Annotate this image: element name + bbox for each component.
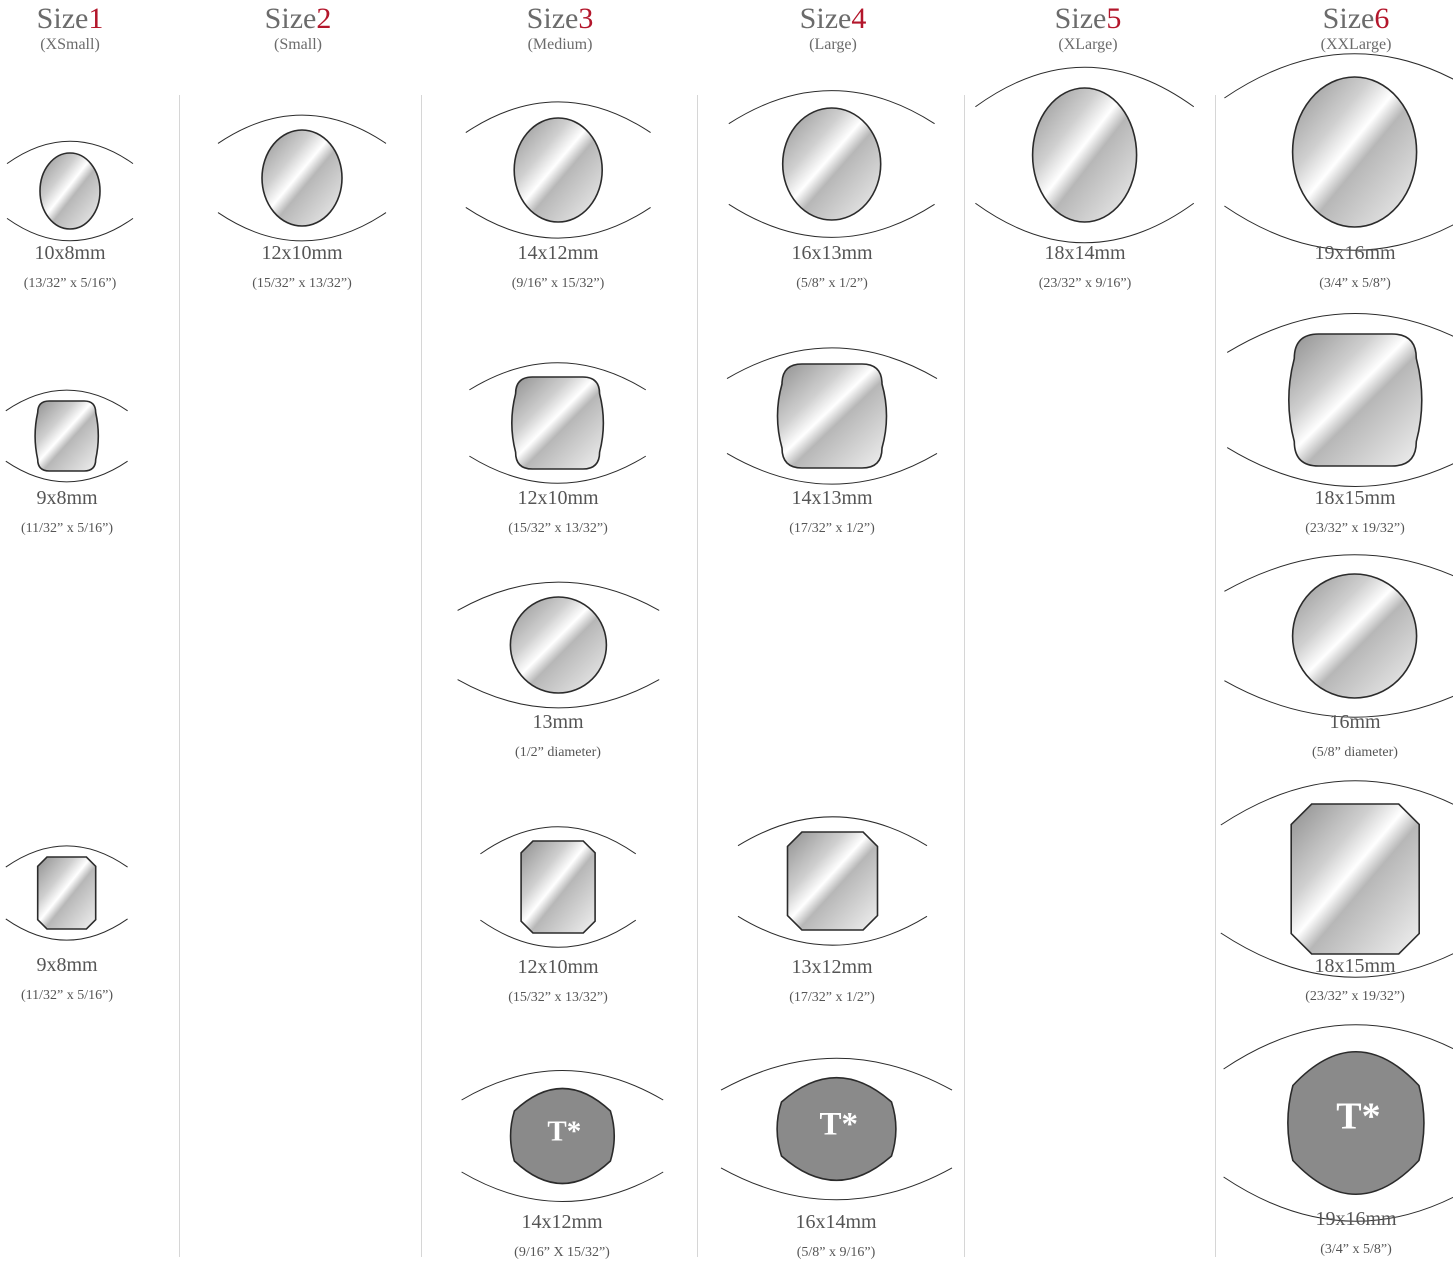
size-mm-label: 19x16mm (1315, 1208, 1397, 1230)
size-inch-label: (11/32” x 5/16”) (20, 988, 113, 1003)
size-subtitle: (Medium) (527, 36, 593, 53)
tablet-stone-diagram: T* (460, 1070, 664, 1202)
round-stone (1292, 573, 1418, 699)
octagon-stone (1290, 803, 1420, 955)
size-inch-label: (9/16” x 15/32”) (511, 276, 605, 291)
column-divider (697, 95, 698, 1257)
oval-stone-diagram (1224, 53, 1453, 251)
size-mm-label: 10x8mm (34, 242, 106, 264)
size-mm-label: 16x13mm (791, 242, 873, 264)
size-inch-label: (11/32” x 5/16”) (20, 521, 113, 536)
size-label: Size (1054, 2, 1107, 35)
size-inch-label: (1/2” diameter) (515, 745, 601, 760)
tablet-badge: T* (547, 1116, 581, 1148)
size-mm-label: 13mm (532, 711, 584, 733)
cushion-stone (34, 400, 100, 472)
oval-stone (261, 129, 343, 227)
size-mm-label: 18x15mm (1314, 955, 1396, 977)
size-mm-label: 14x13mm (791, 487, 873, 509)
size-number: 3 (578, 2, 594, 35)
size-header-4: Size4 (Large) (713, 2, 953, 54)
size-mm-label: 18x15mm (1314, 487, 1396, 509)
cushion-stone-diagram (1226, 313, 1453, 487)
size-inch-label: (23/32” x 19/32”) (1305, 989, 1405, 1004)
octagon-stone-diagram (737, 816, 927, 946)
column-divider (964, 95, 965, 1257)
size-mm-label: 9x8mm (36, 954, 98, 976)
tablet-badge: T* (819, 1106, 858, 1142)
octagon-stone-diagram (5, 845, 129, 941)
size-header-2: Size2 (Small) (178, 2, 418, 54)
oval-stone (39, 152, 101, 230)
size-inch-label: (23/32” x 9/16”) (1038, 276, 1132, 291)
size-inch-label: (15/32” x 13/32”) (508, 521, 608, 536)
size-number: 6 (1374, 2, 1390, 35)
oval-stone-diagram (728, 90, 936, 238)
round-stone (509, 596, 607, 694)
size-inch-label: (5/8” x 1/2”) (796, 276, 868, 291)
size-inch-label: (13/32” x 5/16”) (23, 276, 117, 291)
size-inch-label: (17/32” x 1/2”) (789, 990, 875, 1005)
size-header-1: Size1 (XSmall) (0, 2, 190, 54)
size-number: 1 (88, 2, 104, 35)
tablet-badge: T* (1336, 1096, 1380, 1138)
oval-stone (1032, 87, 1138, 223)
size-inch-label: (15/32” x 13/32”) (252, 276, 352, 291)
oval-stone-diagram (465, 101, 651, 239)
oval-stone-diagram (975, 66, 1195, 244)
size-number: 2 (316, 2, 332, 35)
size-inch-label: (5/8” x 9/16”) (796, 1245, 876, 1260)
oval-stone-diagram (217, 114, 387, 242)
size-header-5: Size5 (XLarge) (968, 2, 1208, 54)
cushion-stone-diagram (726, 347, 938, 485)
octagon-stone (37, 856, 97, 930)
size-mm-label: 14x12mm (521, 1211, 603, 1233)
tablet-stone-diagram: T* (720, 1057, 952, 1201)
size-number: 4 (851, 2, 867, 35)
size-mm-label: 12x10mm (517, 487, 599, 509)
size-mm-label: 16x14mm (795, 1211, 877, 1233)
oval-stone (782, 107, 882, 221)
size-label: Size (799, 2, 852, 35)
round-stone-diagram (456, 581, 660, 709)
size-mm-label: 18x14mm (1044, 242, 1126, 264)
cushion-stone-diagram (469, 362, 647, 484)
oval-stone (513, 117, 603, 223)
octagon-stone (786, 831, 878, 931)
size-inch-label: (3/4” x 5/8”) (1320, 1242, 1392, 1257)
size-subtitle: (XSmall) (40, 36, 100, 53)
size-inch-label: (3/4” x 5/8”) (1319, 276, 1391, 291)
size-mm-label: 9x8mm (36, 487, 98, 509)
cushion-stone (511, 376, 605, 470)
size-mm-label: 12x10mm (517, 956, 599, 978)
size-subtitle: (Small) (274, 36, 322, 53)
size-subtitle: (Large) (809, 36, 857, 53)
size-inch-label: (9/16” X 15/32”) (514, 1245, 610, 1260)
size-mm-label: 16mm (1329, 711, 1381, 733)
size-inch-label: (5/8” diameter) (1312, 745, 1398, 760)
cushion-stone (1287, 333, 1423, 467)
size-mm-label: 14x12mm (517, 242, 599, 264)
size-mm-label: 19x16mm (1314, 242, 1396, 264)
size-mm-label: 12x10mm (261, 242, 343, 264)
size-inch-label: (17/32” x 1/2”) (789, 521, 875, 536)
column-divider (179, 95, 180, 1257)
size-label: Size (36, 2, 89, 35)
round-stone-diagram (1224, 554, 1453, 718)
size-label: Size (526, 2, 579, 35)
cushion-stone (776, 363, 888, 469)
size-number: 5 (1106, 2, 1122, 35)
size-mm-label: 13x12mm (791, 956, 873, 978)
size-header-3: Size3 (Medium) (440, 2, 680, 54)
octagon-stone-diagram (480, 826, 636, 948)
octagon-stone (520, 840, 596, 934)
size-inch-label: (15/32” x 13/32”) (508, 990, 608, 1005)
oval-stone (1292, 76, 1418, 228)
size-label: Size (264, 2, 317, 35)
size-label: Size (1322, 2, 1375, 35)
tablet-stone-diagram: T* (1223, 1024, 1453, 1222)
column-divider (421, 95, 422, 1257)
